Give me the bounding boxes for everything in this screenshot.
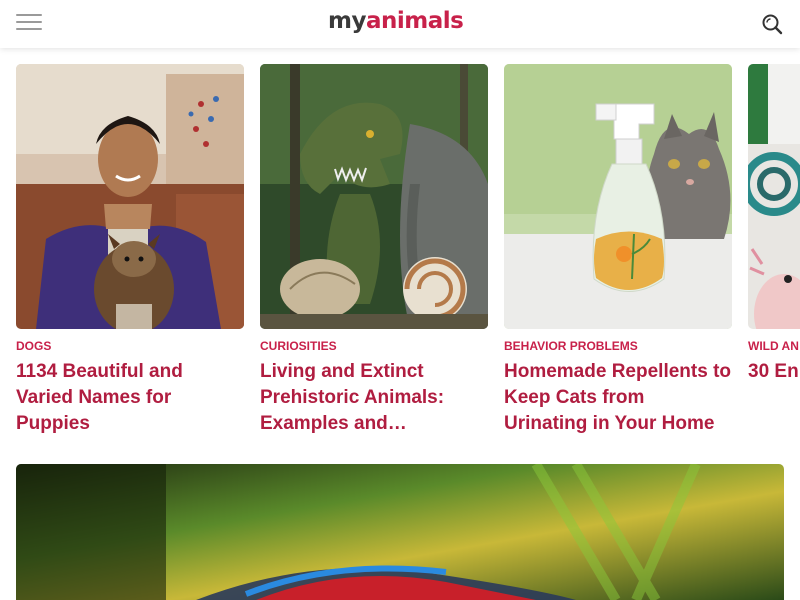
site-logo[interactable]: myanimals [328,8,464,38]
article-category[interactable]: DOGS [16,339,244,353]
article-title[interactable]: 1134 Beautiful and Varied Names for Pupp… [16,359,244,437]
article-title[interactable]: Living and Extinct Prehistoric Animals: … [260,359,488,437]
featured-article-image-neon-tetra[interactable] [16,464,784,600]
article-image-cat-spray-bottle[interactable] [504,64,732,329]
site-header: myanimals [0,0,800,48]
article-category[interactable]: BEHAVIOR PROBLEMS [504,339,732,353]
article-title[interactable]: 30 En Mexic Chara [748,359,800,385]
logo-text-animals: animals [365,8,464,34]
article-card-cat-repellents[interactable]: BEHAVIOR PROBLEMS Homemade Repellents to… [504,64,732,444]
article-image-man-with-puppy[interactable] [16,64,244,329]
article-category[interactable]: WILD AN [748,339,800,353]
article-card-dog-names[interactable]: DOGS 1134 Beautiful and Varied Names for… [16,64,244,444]
hamburger-menu-icon[interactable] [16,14,42,34]
article-card-mexican-animals[interactable]: WILD AN 30 En Mexic Chara [748,64,800,444]
article-card-prehistoric-animals[interactable]: CURIOSITIES Living and Extinct Prehistor… [260,64,488,444]
search-icon[interactable] [760,12,784,36]
article-title[interactable]: Homemade Repellents to Keep Cats from Ur… [504,359,732,437]
article-image-dinosaur[interactable] [260,64,488,329]
logo-text-my: my [328,8,366,34]
article-category[interactable]: CURIOSITIES [260,339,488,353]
article-image-mexican-animals[interactable] [748,64,800,329]
